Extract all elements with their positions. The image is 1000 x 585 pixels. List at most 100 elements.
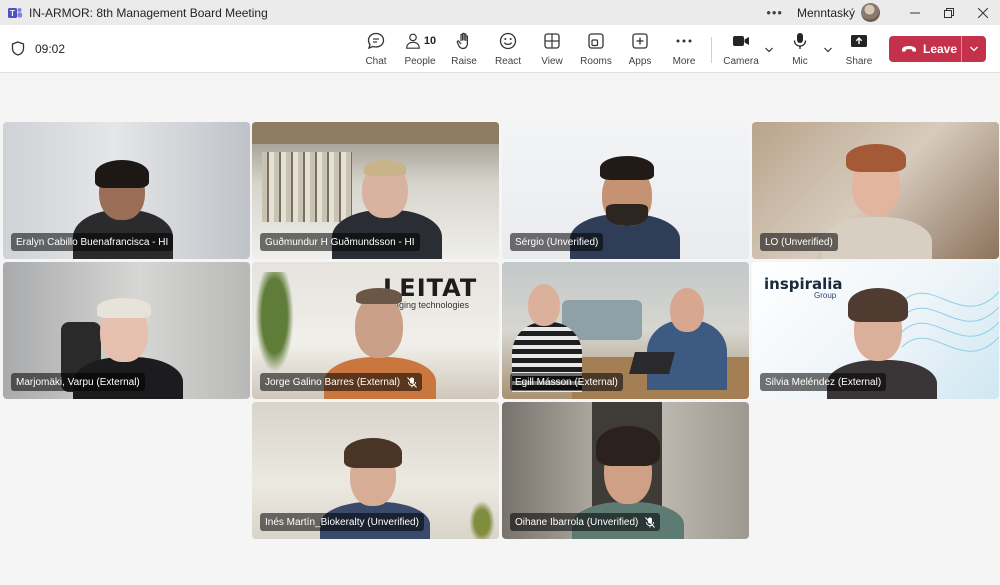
participant-hair <box>95 160 149 188</box>
video-tile[interactable]: LEITAT aging technologies Jorge Galino B… <box>252 262 499 399</box>
restore-button[interactable] <box>932 0 966 25</box>
video-tile[interactable]: Oihane Ibarrola (Unverified) <box>502 402 749 539</box>
people-count: 10 <box>423 35 437 47</box>
leave-options-button[interactable] <box>962 36 986 62</box>
participant-name-tag: Guðmundur H Guðmundsson - HI <box>260 233 420 251</box>
rooms-button[interactable]: Rooms <box>580 31 612 69</box>
video-tile[interactable]: Marjomäki, Varpu (External) <box>3 262 250 399</box>
participant-hair <box>364 160 406 176</box>
camera-options-chevron-icon[interactable] <box>764 45 774 55</box>
participant-hair <box>596 426 660 466</box>
view-button[interactable]: View <box>540 31 564 69</box>
rooms-icon <box>588 33 604 49</box>
participant-hair <box>848 288 908 322</box>
people-button[interactable]: 10 People <box>404 31 437 69</box>
participant-name-tag: Eralyn Cabillo Buenafrancisca - HI <box>11 233 174 251</box>
smiley-icon <box>499 32 517 50</box>
video-plant <box>467 497 497 539</box>
video-tile[interactable]: Sérgio (Unverified) <box>502 122 749 259</box>
minimize-icon <box>910 12 920 13</box>
participant-name: Silvia Meléndez (External) <box>765 376 882 388</box>
mic-off-icon <box>645 516 656 528</box>
participant-name: Egill Másson (External) <box>515 376 618 388</box>
leave-main-area[interactable]: Leave <box>889 36 961 62</box>
video-tile[interactable]: Eralyn Cabillo Buenafrancisca - HI <box>3 122 250 259</box>
camera-button[interactable]: Camera <box>723 31 759 69</box>
video-laptop <box>629 352 675 374</box>
participant-name: Inés Martín_Biokeralty (Unverified) <box>265 516 419 528</box>
hang-up-icon <box>902 46 916 52</box>
participant-name: Sérgio (Unverified) <box>515 236 599 248</box>
chat-icon <box>367 32 385 50</box>
window-title: IN-ARMOR: 8th Management Board Meeting <box>29 5 268 20</box>
add-app-icon <box>632 33 648 49</box>
mic-label: Mic <box>792 56 808 67</box>
participant-hair <box>600 156 654 180</box>
video-plant <box>252 272 297 382</box>
video-tile[interactable]: inspiralia Group Silvia Meléndez (Extern… <box>752 262 999 399</box>
chat-button[interactable]: Chat <box>364 31 388 69</box>
share-screen-icon <box>851 35 867 47</box>
meeting-toolbar: 09:02 Chat 10 People Raise React View Ro… <box>0 25 1000 73</box>
svg-text:T: T <box>10 9 15 18</box>
grid-view-icon <box>544 33 560 49</box>
meeting-timer: 09:02 <box>35 42 66 56</box>
raise-hand-button[interactable]: Raise <box>451 31 477 69</box>
participant-name-tag: Egill Másson (External) <box>510 373 623 391</box>
leitat-logo-subtitle: aging technologies <box>394 300 470 310</box>
teams-icon: T <box>8 7 22 18</box>
participant-hair <box>97 298 151 318</box>
restore-icon <box>944 7 954 18</box>
participant-name: LO (Unverified) <box>765 236 833 248</box>
participant-name-tag: Jorge Galino Barres (External) <box>260 373 423 391</box>
video-bookshelf <box>262 152 352 222</box>
share-button[interactable]: Share <box>845 31 873 69</box>
hand-icon <box>456 32 468 50</box>
apps-label: Apps <box>628 56 652 67</box>
video-tile[interactable]: Egill Másson (External) <box>502 262 749 399</box>
view-label: View <box>541 56 563 67</box>
avatar[interactable] <box>861 3 880 22</box>
close-button[interactable] <box>966 0 1000 25</box>
share-label: Share <box>845 56 873 67</box>
mic-off-icon <box>407 376 417 388</box>
more-button[interactable]: More <box>672 31 696 69</box>
participant-face <box>670 288 704 332</box>
camera-icon <box>733 36 749 46</box>
participant-name-tag: LO (Unverified) <box>760 233 838 251</box>
chevron-down-icon <box>970 46 978 52</box>
participant-name-tag: Sérgio (Unverified) <box>510 233 604 251</box>
video-tile[interactable]: LO (Unverified) <box>752 122 999 259</box>
window-more-button[interactable]: ••• <box>766 5 783 20</box>
people-label: People <box>404 56 436 67</box>
more-icon <box>676 39 692 43</box>
leave-label: Leave <box>923 42 958 56</box>
video-shelf <box>252 122 499 144</box>
participant-hair <box>846 144 906 172</box>
participant-name-tag: Oihane Ibarrola (Unverified) <box>510 513 661 531</box>
participant-name: Guðmundur H Guðmundsson - HI <box>265 236 415 248</box>
participant-hair <box>344 438 402 468</box>
mic-button[interactable]: Mic <box>789 31 811 69</box>
rooms-label: Rooms <box>580 56 612 67</box>
participant-name: Oihane Ibarrola (Unverified) <box>515 516 639 528</box>
participant-name: Marjomäki, Varpu (External) <box>16 376 140 388</box>
mic-options-chevron-icon[interactable] <box>823 45 833 55</box>
participant-name: Jorge Galino Barres (External) <box>265 376 401 388</box>
shield-icon <box>11 41 25 56</box>
apps-button[interactable]: Apps <box>628 31 652 69</box>
video-tile[interactable]: Inés Martín_Biokeralty (Unverified) <box>252 402 499 539</box>
more-label: More <box>672 56 696 67</box>
react-label: React <box>494 56 522 67</box>
title-bar: T IN-ARMOR: 8th Management Board Meeting… <box>0 0 1000 25</box>
user-name: Menntaský <box>796 5 855 20</box>
people-icon <box>405 33 420 49</box>
video-tile[interactable]: Guðmundur H Guðmundsson - HI <box>252 122 499 259</box>
react-button[interactable]: React <box>494 31 522 69</box>
toolbar-divider <box>711 37 712 63</box>
participant-hair <box>356 288 402 304</box>
leave-button[interactable]: Leave <box>889 36 986 62</box>
minimize-button[interactable] <box>898 0 932 25</box>
participant-face <box>528 284 560 326</box>
participant-name: Eralyn Cabillo Buenafrancisca - HI <box>16 236 169 248</box>
